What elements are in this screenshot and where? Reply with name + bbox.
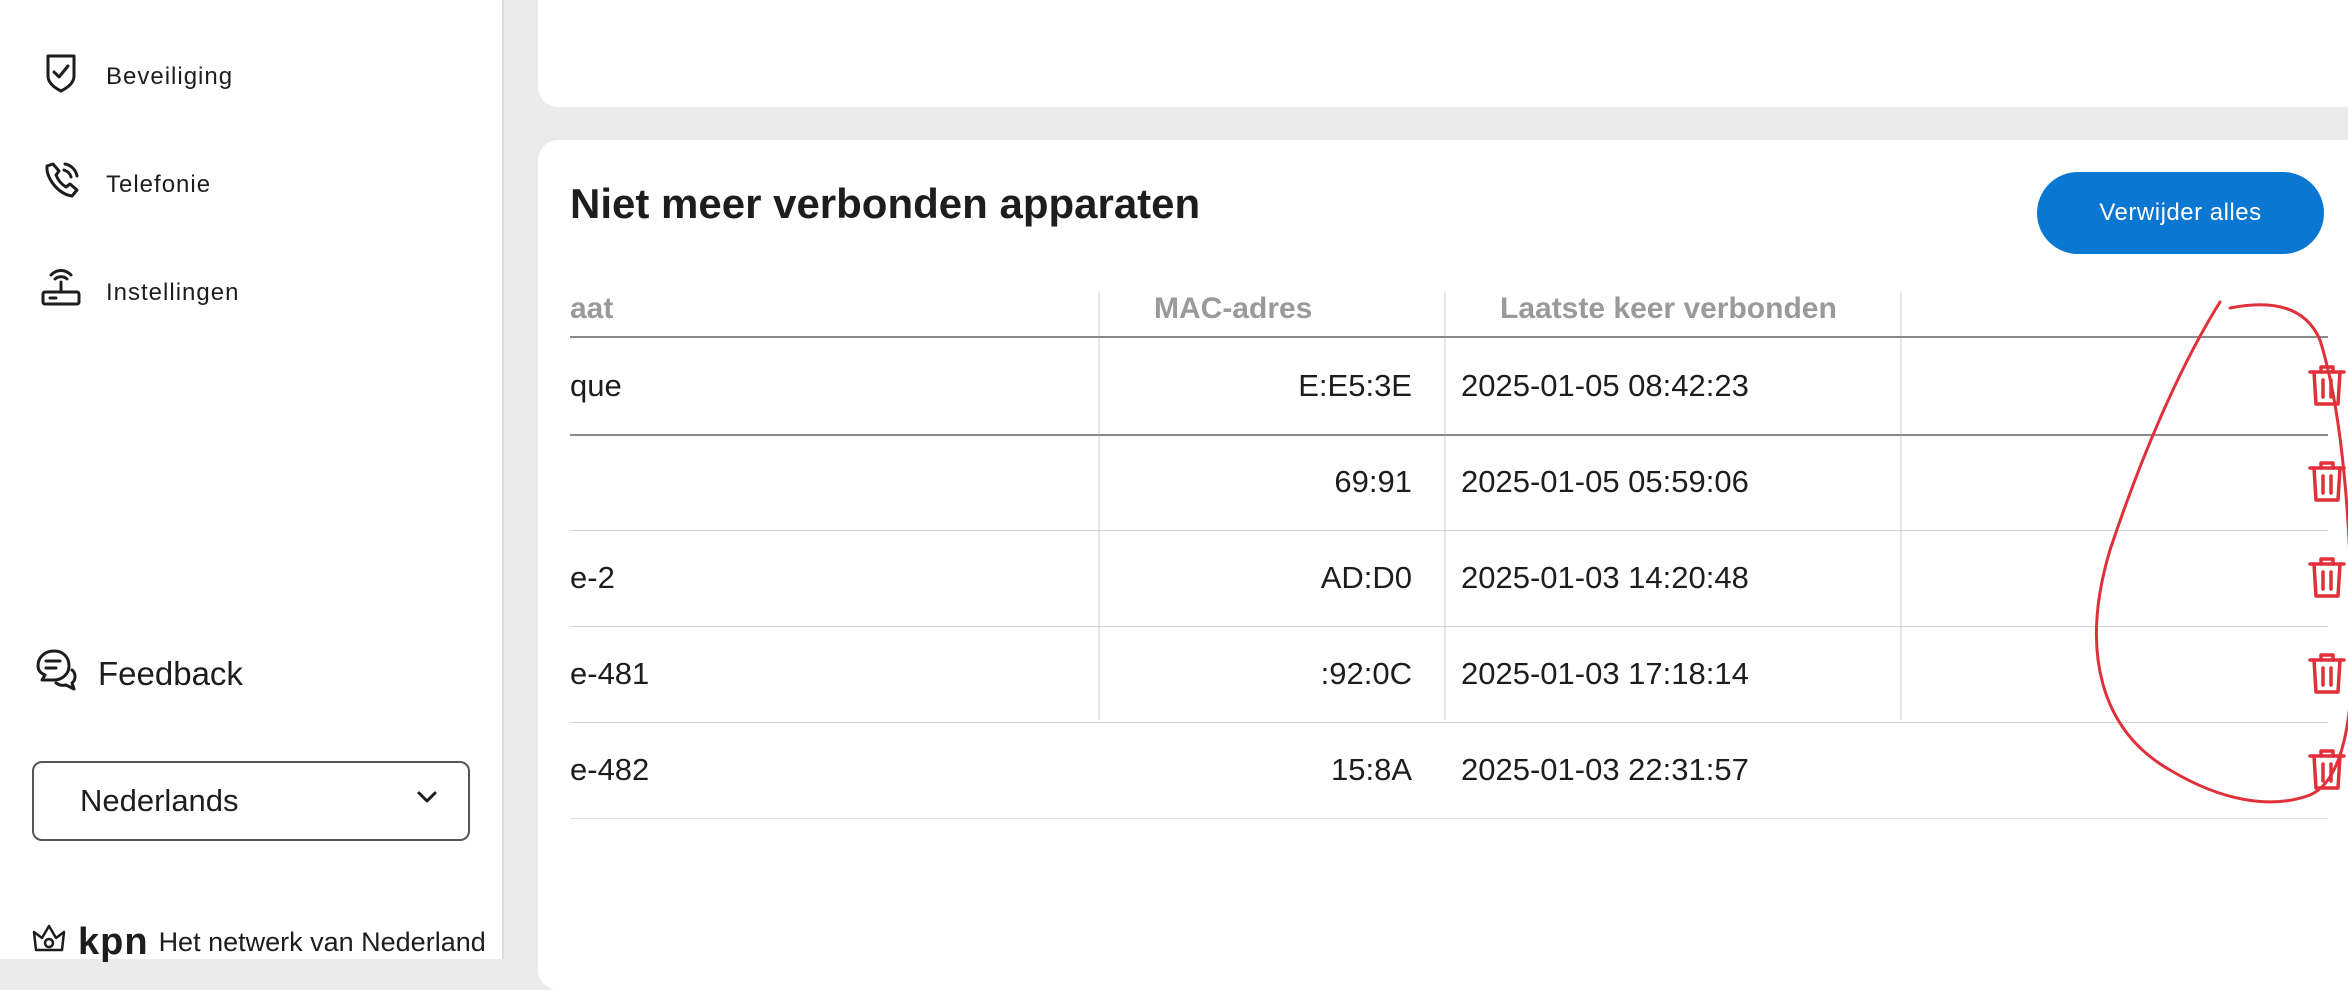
- trash-icon: [2308, 749, 2346, 790]
- sidebar-item-instellingen[interactable]: Instellingen: [38, 266, 239, 319]
- trash-icon: [2308, 653, 2346, 694]
- remove-all-button[interactable]: Verwijder alles: [2037, 172, 2324, 254]
- device-mac: :92:0C: [1320, 656, 1412, 691]
- sidebar-item-beveiliging[interactable]: Beveiliging: [38, 50, 233, 103]
- device-mac: E:E5:3E: [1298, 368, 1412, 403]
- sidebar: Beveiliging Telefonie Instellingen Feedb…: [0, 0, 504, 963]
- table-row: e-481 :92:0C 2025-01-03 17:18:14: [570, 626, 2346, 723]
- device-last-connected: 2025-01-03 17:18:14: [1461, 656, 1749, 691]
- device-mac: 69:91: [1334, 464, 1412, 499]
- device-last-connected: 2025-01-05 05:59:06: [1461, 464, 1749, 499]
- brand-footer: kpn Het netwerk van Nederland: [30, 920, 486, 965]
- device-name: e-481: [570, 656, 650, 691]
- router-icon: [38, 266, 84, 319]
- phone-icon: [38, 158, 84, 211]
- trash-icon: [2308, 461, 2346, 502]
- feedback-label: Feedback: [98, 655, 243, 692]
- device-name: que: [570, 368, 622, 403]
- column-header-last-connected[interactable]: Laatste keer verbonden: [1500, 292, 1837, 326]
- device-last-connected: 2025-01-03 14:20:48: [1461, 560, 1749, 595]
- table-row: e-482 15:8A 2025-01-03 22:31:57: [570, 722, 2346, 819]
- chevron-down-icon: [412, 782, 442, 820]
- sidebar-item-label: Telefonie: [106, 170, 212, 198]
- sidebar-item-label: Instellingen: [106, 278, 240, 306]
- sidebar-item-telefonie[interactable]: Telefonie: [38, 158, 211, 211]
- column-header-name[interactable]: aat: [570, 292, 613, 326]
- kpn-logo: kpn: [78, 921, 149, 963]
- trash-icon: [2308, 557, 2346, 598]
- shield-check-icon: [38, 50, 84, 103]
- table-row: 69:91 2025-01-05 05:59:06: [570, 434, 2346, 531]
- delete-button[interactable]: [2306, 746, 2348, 792]
- delete-button[interactable]: [2306, 650, 2348, 696]
- sidebar-item-label: Beveiliging: [106, 62, 234, 90]
- previous-card: [538, 0, 2348, 107]
- column-header-mac[interactable]: MAC-adres: [1154, 292, 1312, 326]
- table-header: aat MAC-adres Laatste keer verbonden: [570, 292, 2328, 338]
- device-last-connected: 2025-01-05 08:42:23: [1461, 368, 1749, 403]
- trash-icon: [2308, 365, 2346, 406]
- delete-button[interactable]: [2306, 362, 2348, 408]
- device-name: e-2: [570, 560, 615, 595]
- device-mac: 15:8A: [1330, 752, 1412, 787]
- brand-tagline: Het netwerk van Nederland: [158, 927, 486, 957]
- language-select-value: Nederlands: [80, 783, 239, 818]
- kpn-crown-icon: [30, 920, 68, 965]
- card-title: Niet meer verbonden apparaten: [570, 180, 1201, 227]
- delete-button[interactable]: [2306, 554, 2348, 600]
- feedback-link[interactable]: Feedback: [32, 646, 243, 702]
- device-last-connected: 2025-01-03 22:31:57: [1461, 752, 1749, 787]
- device-mac: AD:D0: [1320, 560, 1412, 595]
- feedback-chat-icon: [32, 646, 80, 702]
- language-select[interactable]: Nederlands: [32, 761, 470, 841]
- delete-button[interactable]: [2306, 458, 2348, 504]
- table-row: e-2 AD:D0 2025-01-03 14:20:48: [570, 530, 2346, 627]
- device-name: e-482: [570, 752, 650, 787]
- table-row: que E:E5:3E 2025-01-05 08:42:23: [570, 338, 2346, 436]
- disconnected-devices-card: Niet meer verbonden apparaten Verwijder …: [538, 140, 2348, 990]
